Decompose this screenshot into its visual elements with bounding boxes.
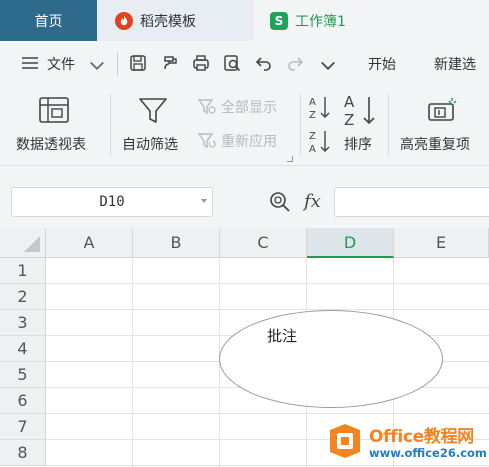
- show-all-filter-icon: [197, 98, 217, 116]
- name-box-value: D10: [99, 194, 125, 210]
- row-header-6[interactable]: 6: [0, 388, 46, 414]
- tab-workbook-label: 工作簿1: [295, 13, 346, 30]
- ribbon-divider: [388, 94, 389, 156]
- chevron-down-icon[interactable]: [87, 55, 104, 71]
- tab-bar: 首页 稻壳模板 S 工作簿1: [0, 0, 489, 41]
- gridline: [46, 309, 489, 310]
- ribbon-divider: [300, 94, 301, 156]
- svg-text:A: A: [309, 97, 316, 108]
- comment-ellipse-shape[interactable]: 批注: [219, 310, 443, 408]
- pivot-table-icon: [38, 96, 70, 126]
- gridline: [132, 258, 133, 467]
- watermark-url: www.office26.com: [369, 446, 487, 460]
- show-all-button[interactable]: 全部显示: [197, 96, 277, 118]
- row-header-2[interactable]: 2: [0, 284, 46, 310]
- comment-text[interactable]: 批注: [267, 325, 297, 346]
- row-header-7[interactable]: 7: [0, 414, 46, 440]
- spreadsheet-grid[interactable]: A B C D E 1 2 3 4 5 6 7 8 批注 Office教程网 w…: [0, 228, 489, 467]
- office-logo-icon: [326, 422, 364, 460]
- tab-daoke-label: 稻壳模板: [140, 13, 196, 30]
- print-preview-icon[interactable]: [222, 53, 242, 73]
- pivot-table-button[interactable]: 数据透视表: [0, 86, 110, 166]
- tab-home[interactable]: 首页: [0, 0, 97, 41]
- quick-access-dropdown-icon[interactable]: [318, 55, 335, 71]
- menu-start[interactable]: 开始: [368, 41, 396, 86]
- column-header-b[interactable]: B: [133, 228, 220, 258]
- watermark-title: Office教程网: [369, 427, 474, 447]
- formula-bar: D10 fx: [0, 166, 489, 228]
- column-header-d[interactable]: D: [307, 228, 394, 258]
- highlight-duplicates-label: 高亮重复项: [400, 137, 470, 153]
- menu-divider: [117, 52, 118, 76]
- select-all-triangle-icon: [24, 236, 40, 252]
- column-header-c[interactable]: C: [220, 228, 307, 258]
- pivot-table-label: 数据透视表: [16, 137, 86, 153]
- svg-text:A: A: [309, 144, 316, 154]
- daoke-flame-icon: [115, 11, 133, 30]
- site-watermark: Office教程网 www.office26.com: [322, 414, 489, 467]
- name-box[interactable]: D10: [11, 187, 213, 217]
- sort-button[interactable]: AZ 排序: [338, 86, 382, 166]
- sort-label: 排序: [344, 137, 372, 153]
- reapply-filter-icon: [197, 132, 217, 150]
- zoom-search-icon[interactable]: [268, 190, 292, 218]
- format-painter-icon[interactable]: [160, 53, 180, 73]
- function-fx-icon[interactable]: fx: [304, 191, 321, 212]
- save-icon[interactable]: [128, 53, 148, 73]
- svg-text:Z: Z: [309, 110, 316, 120]
- formula-input[interactable]: [334, 187, 489, 217]
- highlight-duplicates-button[interactable]: 高亮重复项: [394, 86, 489, 166]
- row-header-8[interactable]: 8: [0, 440, 46, 466]
- menu-start-label: 开始: [368, 56, 396, 73]
- svg-text:Z: Z: [344, 111, 354, 129]
- show-all-label: 全部显示: [221, 100, 277, 116]
- row-header-1[interactable]: 1: [0, 258, 46, 284]
- ribbon-divider: [110, 94, 111, 156]
- select-all-corner[interactable]: [0, 228, 46, 258]
- file-menu[interactable]: 文件: [47, 41, 75, 86]
- hamburger-menu-icon[interactable]: [20, 53, 40, 73]
- sort-descending-icon[interactable]: ZA: [309, 128, 331, 154]
- autofilter-button[interactable]: 自动筛选: [115, 86, 193, 166]
- menu-bar: 文件 开始 新建选: [0, 41, 489, 86]
- ribbon: 数据透视表 自动筛选 全部显示 重新应用 AZ ZA AZ 排序 高亮重复项: [0, 86, 489, 166]
- svg-text:Z: Z: [309, 131, 316, 142]
- name-box-dropdown-icon[interactable]: [201, 199, 207, 203]
- undo-icon[interactable]: [254, 53, 274, 73]
- reapply-button[interactable]: 重新应用: [197, 130, 277, 152]
- row-header-5[interactable]: 5: [0, 362, 46, 388]
- tab-workbook[interactable]: S 工作簿1: [253, 0, 489, 41]
- column-header-a[interactable]: A: [46, 228, 133, 258]
- reapply-label: 重新应用: [221, 134, 277, 150]
- row-header-4[interactable]: 4: [0, 336, 46, 362]
- filter-group-launcher-icon[interactable]: [287, 156, 293, 162]
- sort-az-icon: AZ: [343, 93, 377, 129]
- spreadsheet-icon: S: [270, 11, 288, 30]
- redo-icon[interactable]: [285, 53, 305, 73]
- filter-funnel-icon: [137, 96, 169, 126]
- svg-text:A: A: [344, 93, 355, 111]
- file-menu-label: 文件: [47, 56, 75, 73]
- gridline: [46, 283, 489, 284]
- highlight-duplicates-icon: [427, 96, 459, 126]
- tab-daoke-templates[interactable]: 稻壳模板: [97, 0, 253, 41]
- row-header-3[interactable]: 3: [0, 310, 46, 336]
- autofilter-label: 自动筛选: [122, 137, 178, 153]
- print-icon[interactable]: [191, 53, 211, 73]
- column-header-e[interactable]: E: [394, 228, 489, 258]
- menu-new-tab[interactable]: 新建选: [434, 41, 476, 86]
- tab-home-label: 首页: [34, 13, 63, 30]
- sort-ascending-icon[interactable]: AZ: [309, 94, 331, 120]
- menu-new-tab-label: 新建选: [434, 56, 476, 73]
